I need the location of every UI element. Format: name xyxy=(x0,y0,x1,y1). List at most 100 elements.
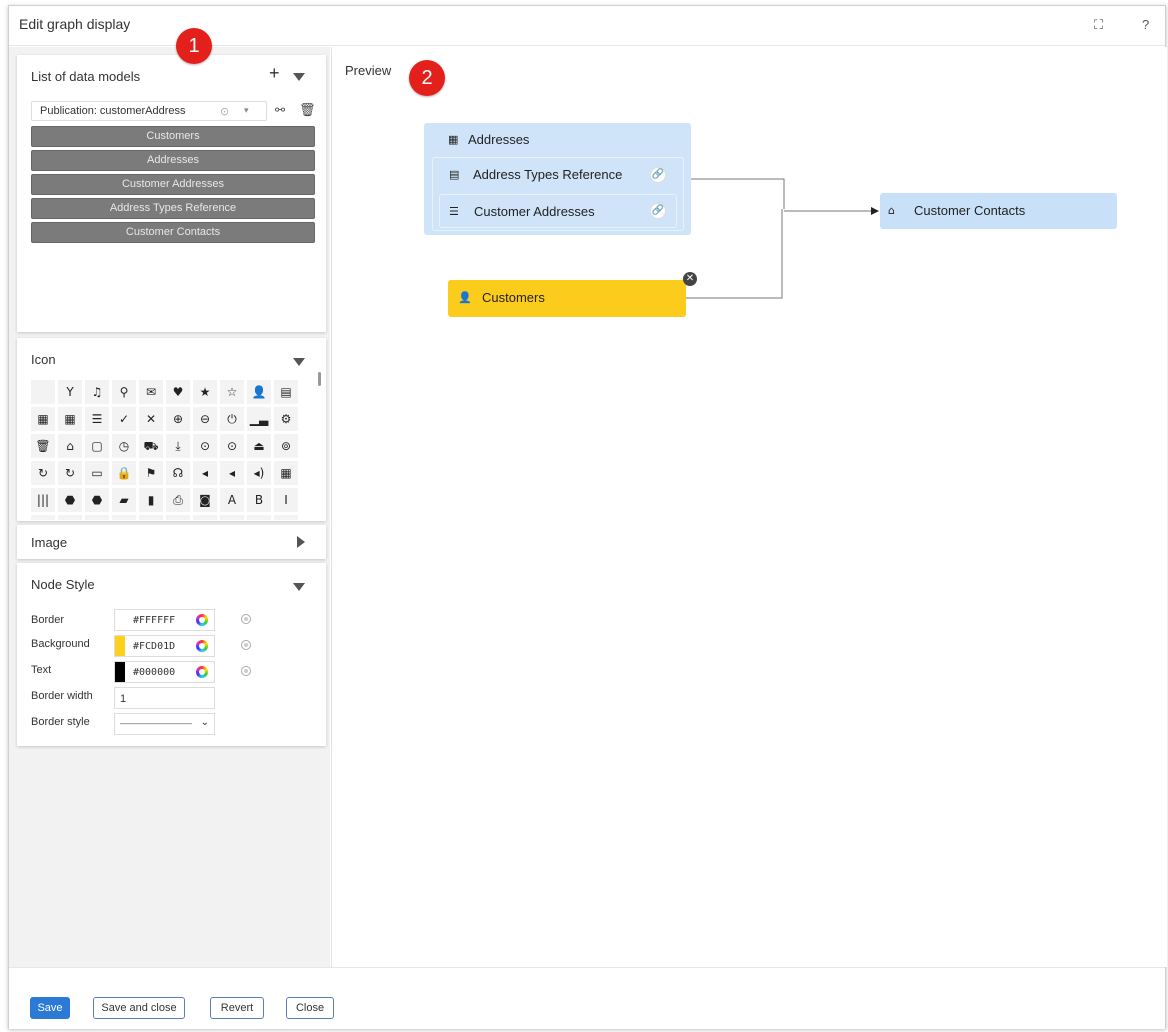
icon-option[interactable]: ▦ xyxy=(274,461,298,485)
icon-option[interactable]: ▢ xyxy=(85,434,109,458)
icon-option[interactable]: ☆ xyxy=(220,380,244,404)
clear-select-icon[interactable]: ⊙ xyxy=(220,105,229,118)
icon-option[interactable]: ⏻ xyxy=(220,407,244,431)
collapse-data-models-icon[interactable] xyxy=(293,73,305,81)
icon-option[interactable]: ♫ xyxy=(85,380,109,404)
color-picker-icon[interactable] xyxy=(196,614,208,626)
icon-option[interactable]: ▰ xyxy=(112,488,136,512)
color-picker-icon[interactable] xyxy=(196,666,208,678)
icon-option[interactable]: ▤ xyxy=(139,515,163,520)
link-icon[interactable]: 🔗 xyxy=(650,167,666,183)
icon-option[interactable]: ✉ xyxy=(139,380,163,404)
child-node-address-types-reference[interactable]: ▤ Address Types Reference 🔗 xyxy=(435,160,681,190)
collapse-icon-panel-icon[interactable] xyxy=(293,358,305,366)
icon-option[interactable]: ⊖ xyxy=(193,407,217,431)
icon-option[interactable]: 🗑 xyxy=(31,434,55,458)
icon-option[interactable]: ▭ xyxy=(85,461,109,485)
border-color-field[interactable]: #FFFFFF xyxy=(114,609,215,631)
trash-icon[interactable]: 🗑 xyxy=(299,102,316,118)
icon-option[interactable]: ⬣ xyxy=(58,488,82,512)
revert-button[interactable]: Revert xyxy=(210,997,264,1019)
icon-option[interactable]: ✕ xyxy=(139,407,163,431)
expand-icon[interactable]: ⛶ xyxy=(1094,17,1103,33)
icon-option[interactable]: ||| xyxy=(31,488,55,512)
chevron-down-icon[interactable]: ⌄ xyxy=(201,717,209,728)
icon-option[interactable]: ⎙ xyxy=(166,488,190,512)
icon-option[interactable]: B xyxy=(247,488,271,512)
icon-option[interactable]: ☊ xyxy=(166,461,190,485)
icon-option[interactable]: ⚙ xyxy=(274,407,298,431)
group-node-addresses[interactable]: ▦ Addresses ▤ Address Types Reference 🔗 … xyxy=(424,123,691,235)
icon-option[interactable]: ⊚ xyxy=(274,434,298,458)
clear-background-color-icon[interactable] xyxy=(241,640,251,650)
model-item-customer-contacts[interactable]: Customer Contacts xyxy=(31,222,315,243)
icon-option[interactable]: ☰ xyxy=(85,407,109,431)
icon-option[interactable]: ⊕ xyxy=(166,407,190,431)
icon-option[interactable]: ◂) xyxy=(247,461,271,485)
save-button[interactable]: Save xyxy=(30,997,70,1019)
icon-option[interactable]: ↻ xyxy=(58,461,82,485)
icon-option[interactable]: ⊙ xyxy=(220,434,244,458)
icon-option[interactable]: ◙ xyxy=(193,488,217,512)
border-style-select[interactable]: ———————— ⌄ xyxy=(114,713,215,735)
icon-option[interactable]: ⊙ xyxy=(193,434,217,458)
text-color-field[interactable]: #000000 xyxy=(114,661,215,683)
hierarchy-icon[interactable]: ⚯ xyxy=(275,103,285,117)
icon-option[interactable]: ⤓ xyxy=(166,434,190,458)
icon-option[interactable]: ↻ xyxy=(31,461,55,485)
icon-option[interactable]: ▤ xyxy=(193,515,217,520)
icon-option[interactable]: 🔒 xyxy=(112,461,136,485)
icon-option[interactable]: Y xyxy=(58,380,82,404)
background-color-field[interactable]: #FCD01D xyxy=(114,635,215,657)
icon-option[interactable]: ▦ xyxy=(58,407,82,431)
publication-select[interactable]: Publication: customerAddress ⊙ ▾ xyxy=(31,101,267,121)
model-item-customer-addresses[interactable]: Customer Addresses xyxy=(31,174,315,195)
icon-option[interactable]: I xyxy=(274,488,298,512)
icon-option[interactable]: ▁▃ xyxy=(247,407,271,431)
node-customer-contacts[interactable]: ⌂ Customer Contacts xyxy=(880,193,1117,229)
icon-option[interactable]: ▤ xyxy=(247,515,271,520)
icon-option[interactable]: ▤ xyxy=(166,515,190,520)
chevron-down-icon[interactable]: ▾ xyxy=(244,105,249,116)
model-item-customers[interactable]: Customers xyxy=(31,126,315,147)
icon-option[interactable]: ▤ xyxy=(58,515,82,520)
border-width-input[interactable]: 1 xyxy=(114,687,215,709)
icon-option[interactable]: ▤ xyxy=(274,380,298,404)
remove-node-icon[interactable]: ✕ xyxy=(683,272,697,286)
icon-option[interactable]: ▦ xyxy=(31,407,55,431)
icon-option[interactable]: ◂ xyxy=(193,461,217,485)
icon-option[interactable]: A xyxy=(220,488,244,512)
icon-option[interactable]: ◷ xyxy=(112,434,136,458)
icon-option[interactable]: ✓ xyxy=(112,407,136,431)
icon-option[interactable]: ▤ xyxy=(274,515,298,520)
link-icon[interactable]: 🔗 xyxy=(650,203,666,219)
color-picker-icon[interactable] xyxy=(196,640,208,652)
expand-image-panel-icon[interactable] xyxy=(297,536,305,548)
help-icon[interactable]: ? xyxy=(1142,17,1149,32)
icon-option[interactable]: ◂ xyxy=(220,461,244,485)
add-model-icon[interactable]: + xyxy=(269,63,280,84)
child-node-customer-addresses[interactable]: ☰ Customer Addresses 🔗 xyxy=(439,194,677,228)
icon-option[interactable]: ⚲ xyxy=(112,380,136,404)
clear-text-color-icon[interactable] xyxy=(241,666,251,676)
icon-option[interactable]: ♥ xyxy=(166,380,190,404)
icon-option[interactable]: ⏏ xyxy=(247,434,271,458)
icon-option[interactable]: 👤 xyxy=(247,380,271,404)
icon-option[interactable]: ⬣ xyxy=(85,488,109,512)
close-button[interactable]: Close xyxy=(286,997,334,1019)
icon-option[interactable]: ▤ xyxy=(31,515,55,520)
collapse-node-style-icon[interactable] xyxy=(293,583,305,591)
icon-option[interactable]: ▤ xyxy=(112,515,136,520)
clear-border-color-icon[interactable] xyxy=(241,614,251,624)
icon-option[interactable]: ▤ xyxy=(85,515,109,520)
icon-option[interactable] xyxy=(31,380,55,404)
node-customers[interactable]: 👤 Customers xyxy=(448,280,686,317)
icon-option[interactable]: ⚑ xyxy=(139,461,163,485)
save-and-close-button[interactable]: Save and close xyxy=(93,997,185,1019)
icon-option[interactable]: ▮ xyxy=(139,488,163,512)
icon-option[interactable]: ⛟ xyxy=(139,434,163,458)
icon-grid-scrollbar[interactable] xyxy=(318,372,321,386)
model-item-address-types-reference[interactable]: Address Types Reference xyxy=(31,198,315,219)
icon-option[interactable]: ★ xyxy=(193,380,217,404)
icon-option[interactable]: ⌂ xyxy=(58,434,82,458)
